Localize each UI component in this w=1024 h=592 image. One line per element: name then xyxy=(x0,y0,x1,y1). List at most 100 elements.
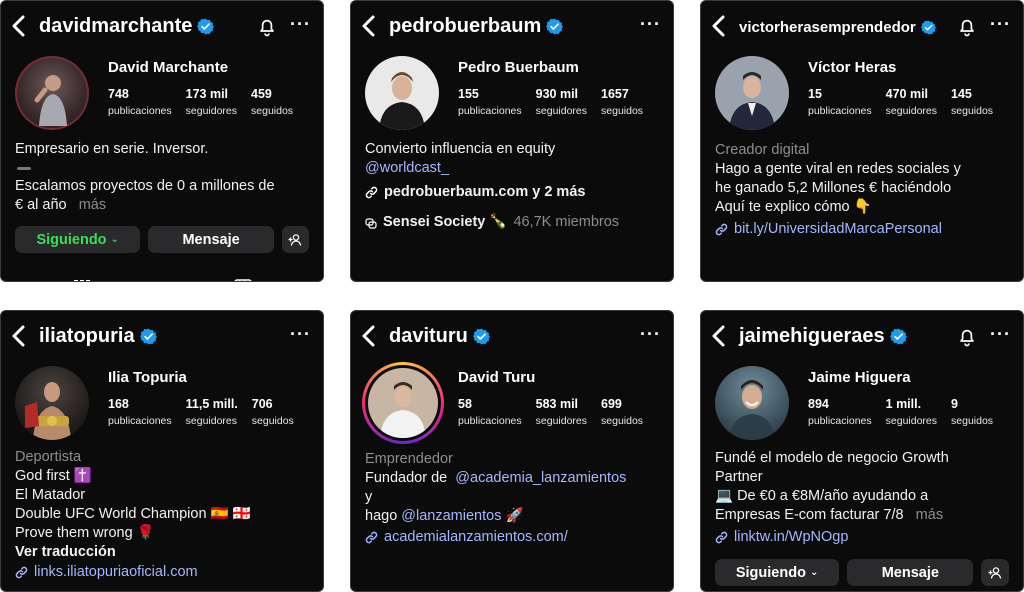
reels-tab-icon[interactable] xyxy=(234,273,252,281)
back-arrow-icon[interactable] xyxy=(711,15,727,37)
see-translation-link[interactable]: Ver traducción xyxy=(15,543,313,562)
profile-card-jaimehigueraes: jaimehigueraes ··· Jaime Higuera 894 publ… xyxy=(700,310,1024,592)
message-button[interactable]: Mensaje xyxy=(847,559,974,586)
bell-icon[interactable] xyxy=(957,17,977,37)
back-arrow-icon[interactable] xyxy=(11,15,27,37)
more-options-icon[interactable]: ··· xyxy=(290,15,311,33)
verified-badge-icon xyxy=(546,18,563,35)
website-link-text: links.iliatopuriaoficial.com xyxy=(34,564,198,580)
website-link[interactable]: academialanzamientos.com/ xyxy=(365,528,663,547)
stat-value: 58 xyxy=(458,397,472,411)
bio-line: Fundé el modelo de negocio Growth xyxy=(715,450,949,466)
bio-divider xyxy=(17,167,31,170)
message-label: Mensaje xyxy=(881,564,939,581)
bell-icon[interactable] xyxy=(957,327,977,347)
avatar[interactable] xyxy=(15,366,89,440)
stat-label: seguidos xyxy=(951,415,994,427)
website-link[interactable]: pedrobuerbaum.com y 2 más xyxy=(365,183,663,202)
rocket-icon: 🚀 xyxy=(505,508,524,524)
bio-line: Escalamos proyectos de 0 a millones de xyxy=(15,178,275,194)
website-link[interactable]: linktw.in/WpNOgp xyxy=(715,528,1013,547)
add-user-icon xyxy=(987,565,1003,581)
username-text: iliatopuria xyxy=(39,325,135,347)
stat-value: 173 mil xyxy=(185,87,229,101)
profile-bio: Empresario en serie. Inversor. Escalamos… xyxy=(15,140,313,215)
stat-following[interactable]: 1657 seguidos xyxy=(601,87,643,117)
bio-more-link[interactable]: más xyxy=(916,507,943,523)
avatar[interactable] xyxy=(715,56,789,130)
more-options-icon[interactable]: ··· xyxy=(290,325,311,343)
stat-label: seguidores xyxy=(535,415,588,427)
stat-value: 699 xyxy=(601,397,622,411)
bell-icon[interactable] xyxy=(257,17,277,37)
bio-more-link[interactable]: más xyxy=(79,197,106,213)
stat-label: seguidores xyxy=(535,105,588,117)
stat-posts[interactable]: 155 publicaciones xyxy=(458,87,522,117)
stat-value: 894 xyxy=(808,397,829,411)
profile-card-pedrobuerbaum: pedrobuerbaum ··· Pedro Buerbaum 155 publ… xyxy=(350,0,674,282)
message-button[interactable]: Mensaje xyxy=(148,226,274,253)
website-link-text: bit.ly/UniversidadMarcaPersonal xyxy=(734,221,942,237)
stat-label: publicaciones xyxy=(808,105,872,117)
stat-following[interactable]: 699 seguidos xyxy=(601,397,643,427)
stat-followers[interactable]: 470 mil seguidores xyxy=(886,87,937,117)
back-arrow-icon[interactable] xyxy=(711,325,727,347)
bio-line: 💻 De €0 a €8M/año ayudando a xyxy=(715,488,929,504)
grid-tab-icon[interactable] xyxy=(74,273,90,281)
bio-line: El Matador xyxy=(15,487,86,503)
more-options-icon[interactable]: ··· xyxy=(990,325,1011,343)
bio-line: Partner xyxy=(715,469,763,485)
bio-line: Aquí te explico cómo 👇 xyxy=(715,199,872,215)
back-arrow-icon[interactable] xyxy=(11,325,27,347)
website-link[interactable]: links.iliatopuriaoficial.com xyxy=(15,563,313,582)
avatar-with-story-ring[interactable] xyxy=(362,362,444,444)
community-link[interactable]: Sensei Society 🍾 46,7K miembros xyxy=(365,213,663,232)
stat-followers[interactable]: 11,5 mill. seguidores xyxy=(186,397,238,427)
avatar[interactable] xyxy=(365,56,439,130)
bio-mention-link[interactable]: @academia_lanzamientos xyxy=(455,470,626,486)
profile-username: jaimehigueraes xyxy=(739,325,907,348)
website-link[interactable]: bit.ly/UniversidadMarcaPersonal xyxy=(715,220,1013,239)
stat-following[interactable]: 459 seguidos xyxy=(251,87,293,117)
username-text: victorherasemprendedor xyxy=(739,19,916,36)
suggest-user-button[interactable] xyxy=(981,559,1010,586)
stat-followers[interactable]: 583 mil seguidores xyxy=(536,397,587,427)
more-options-icon[interactable]: ··· xyxy=(640,325,661,343)
suggest-user-button[interactable] xyxy=(281,226,309,253)
stat-value: 145 xyxy=(951,87,972,101)
stat-followers[interactable]: 173 mil seguidores xyxy=(186,87,237,117)
stat-followers[interactable]: 1 mill. seguidores xyxy=(886,397,937,427)
bio-line: Hago a gente viral en redes sociales y xyxy=(715,161,961,177)
profile-username: davituru xyxy=(389,325,490,348)
stat-label: seguidos xyxy=(251,105,294,117)
stat-label: seguidos xyxy=(251,415,294,427)
stat-following[interactable]: 145 seguidos xyxy=(951,87,993,117)
stat-followers[interactable]: 930 mil seguidores xyxy=(536,87,587,117)
profile-actions: Siguiendo ⌄ Mensaje xyxy=(715,559,1010,586)
profile-full-name: Pedro Buerbaum xyxy=(458,59,579,76)
more-options-icon[interactable]: ··· xyxy=(640,15,661,33)
stat-label: publicaciones xyxy=(808,415,872,427)
verified-badge-icon xyxy=(473,328,490,345)
stat-value: 9 xyxy=(951,397,958,411)
stat-posts[interactable]: 894 publicaciones xyxy=(808,397,872,427)
stat-posts[interactable]: 15 publicaciones xyxy=(808,87,872,117)
bio-mention-link[interactable]: @worldcast_ xyxy=(365,159,663,178)
stat-posts[interactable]: 168 publicaciones xyxy=(108,397,172,427)
following-button[interactable]: Siguiendo ⌄ xyxy=(15,226,141,253)
profile-card-iliatopuria: iliatopuria ··· Ilia Topuria 168 publicac… xyxy=(0,310,324,592)
avatar[interactable] xyxy=(15,56,89,130)
stat-following[interactable]: 9 seguidos xyxy=(951,397,993,427)
stat-posts[interactable]: 58 publicaciones xyxy=(458,397,522,427)
stat-following[interactable]: 706 seguidos xyxy=(252,397,294,427)
bio-mention-link[interactable]: @lanzamientos xyxy=(401,508,501,524)
profile-stats: 58 publicaciones 583 mil seguidores 699 seg… xyxy=(458,397,643,427)
avatar[interactable] xyxy=(715,366,789,440)
stat-posts[interactable]: 748 publicaciones xyxy=(108,87,172,117)
back-arrow-icon[interactable] xyxy=(361,15,377,37)
profile-card-victorherasemprendedor: victorherasemprendedor ··· Víctor Heras … xyxy=(700,0,1024,282)
bio-line: Empresas E-com facturar 7/8 xyxy=(715,507,904,523)
more-options-icon[interactable]: ··· xyxy=(990,15,1011,33)
following-button[interactable]: Siguiendo ⌄ xyxy=(715,559,840,586)
back-arrow-icon[interactable] xyxy=(361,325,377,347)
